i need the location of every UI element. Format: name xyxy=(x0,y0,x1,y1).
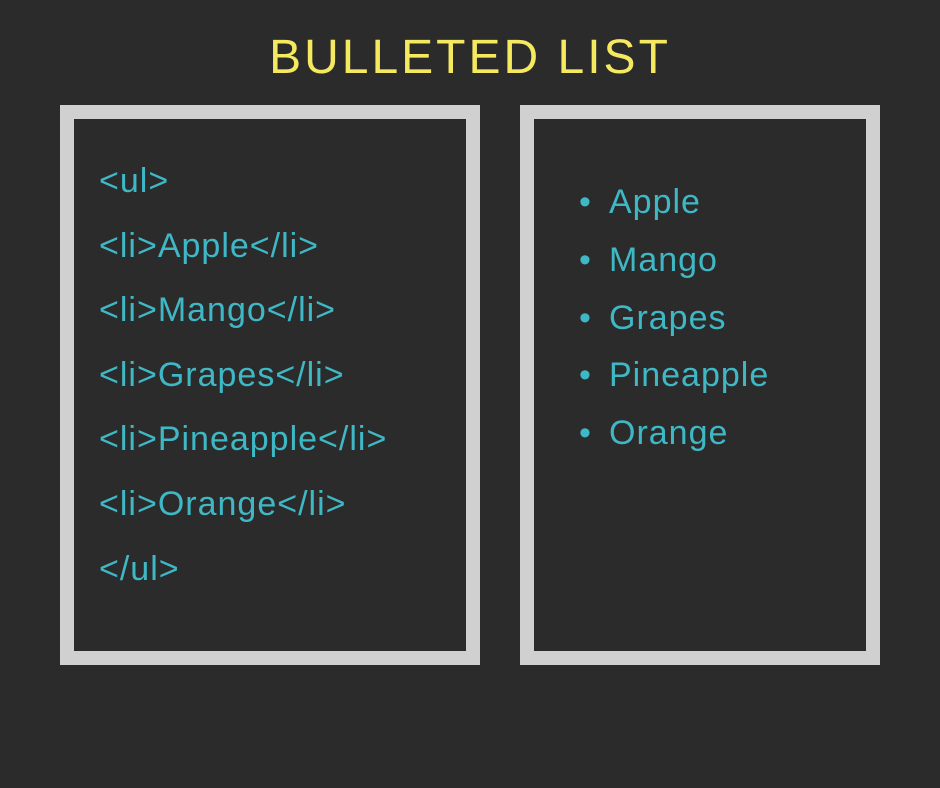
list-item: Orange xyxy=(579,405,841,463)
code-line: <li>Mango</li> xyxy=(99,278,441,343)
output-panel: Apple Mango Grapes Pineapple Orange xyxy=(520,105,880,665)
bulleted-list: Apple Mango Grapes Pineapple Orange xyxy=(559,174,841,463)
code-panel: <ul> <li>Apple</li> <li>Mango</li> <li>G… xyxy=(60,105,480,665)
code-line: <ul> xyxy=(99,149,441,214)
main-container: <ul> <li>Apple</li> <li>Mango</li> <li>G… xyxy=(0,105,940,665)
code-line: <li>Pineapple</li> xyxy=(99,407,441,472)
code-line: <li>Orange</li> xyxy=(99,472,441,537)
code-line: <li>Apple</li> xyxy=(99,214,441,279)
code-line: <li>Grapes</li> xyxy=(99,343,441,408)
list-item: Grapes xyxy=(579,290,841,348)
list-item: Apple xyxy=(579,174,841,232)
page-title: BULLETED LIST xyxy=(0,0,940,105)
list-item: Pineapple xyxy=(579,347,841,405)
list-item: Mango xyxy=(579,232,841,290)
code-line: </ul> xyxy=(99,537,441,602)
